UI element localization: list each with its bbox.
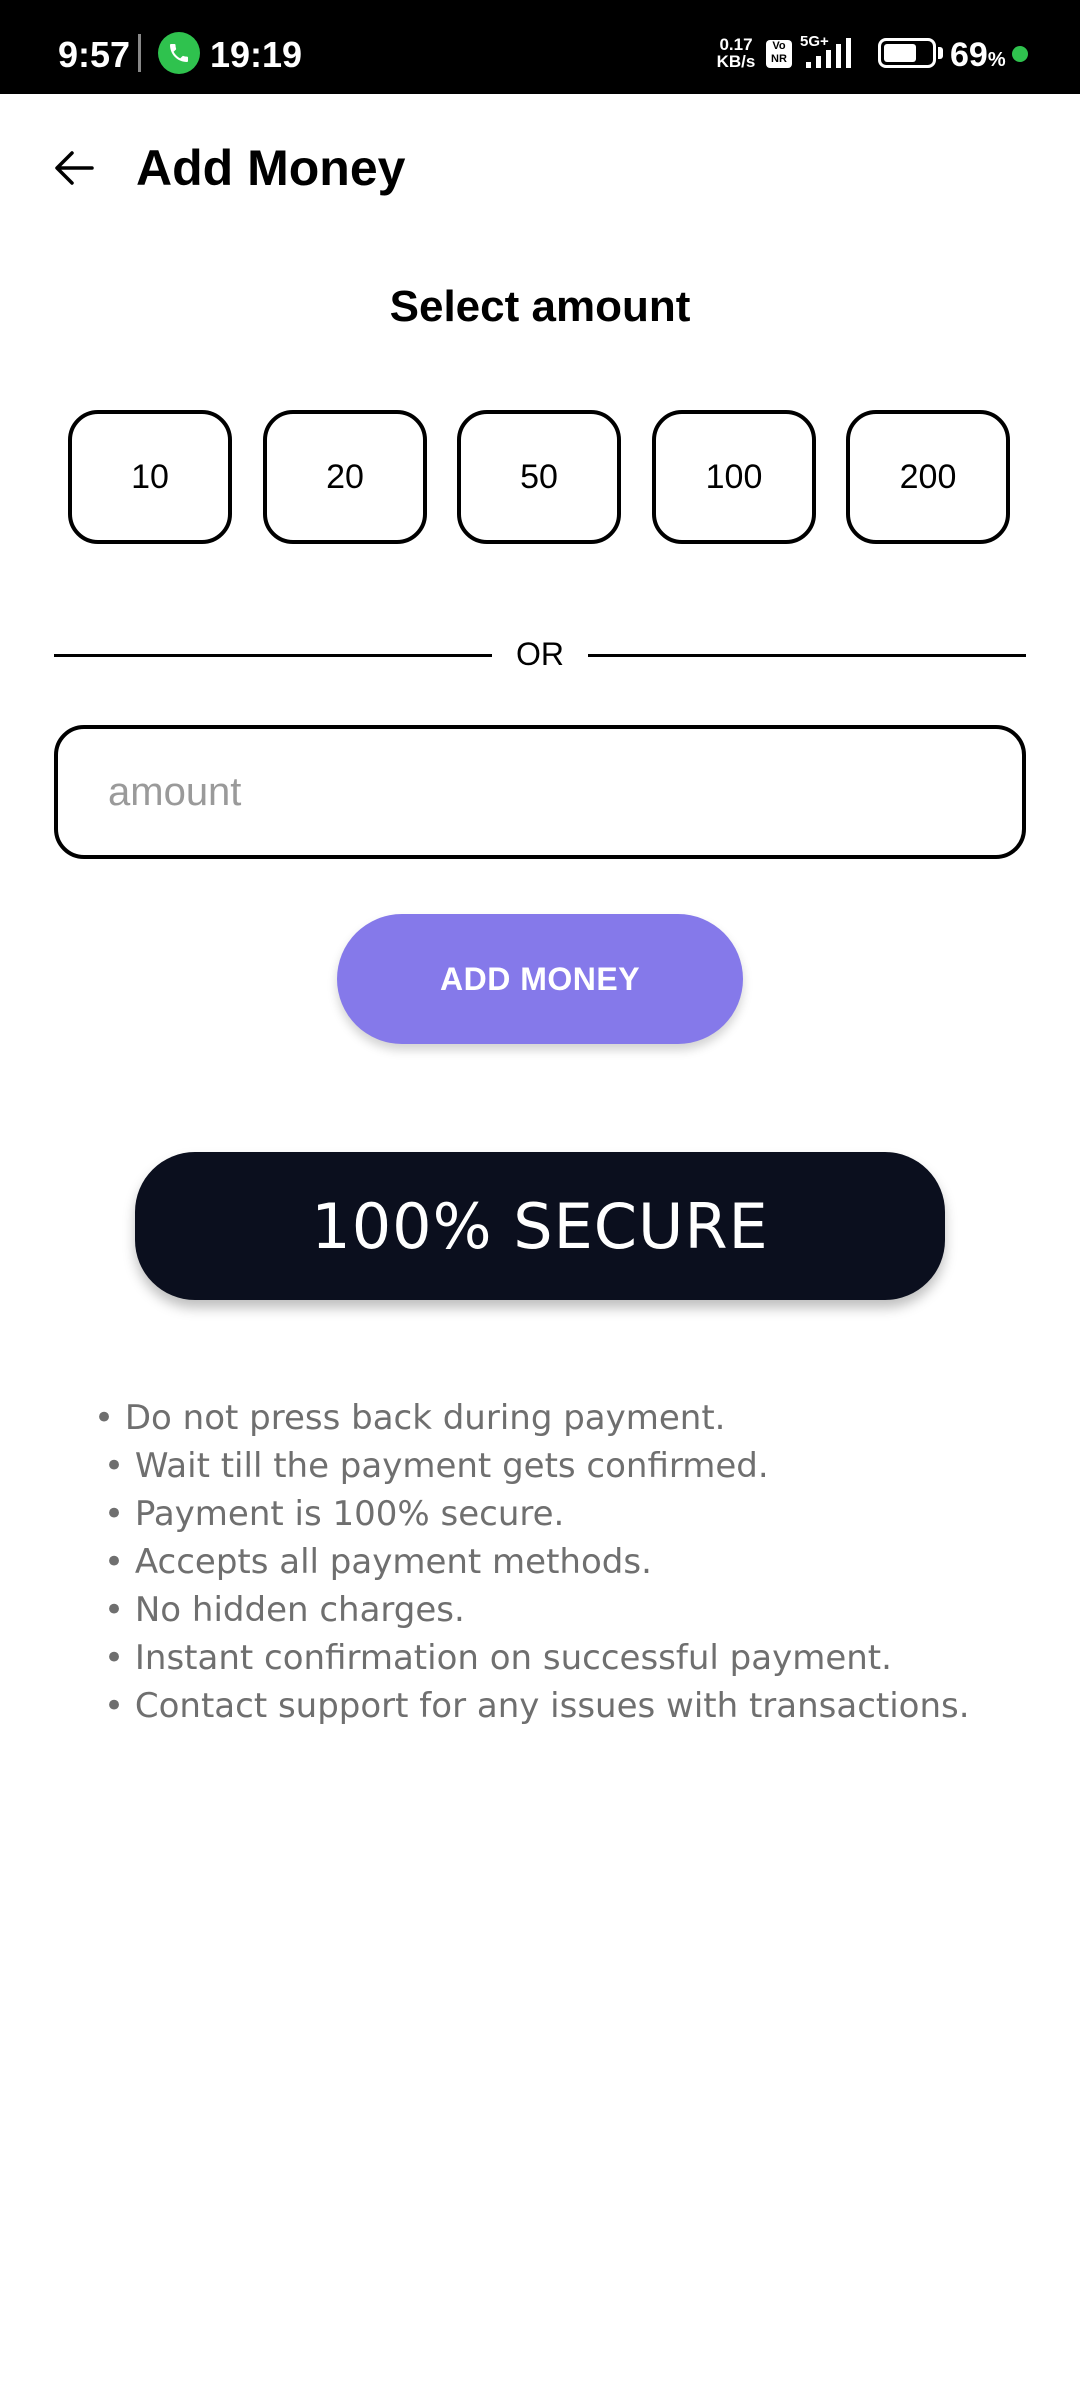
arrow-left-icon[interactable] bbox=[48, 140, 104, 196]
info-item: • Wait till the payment gets confirmed. bbox=[104, 1446, 769, 1486]
amount-option-200[interactable]: 200 bbox=[846, 410, 1010, 544]
amount-option-20[interactable]: 20 bbox=[263, 410, 427, 544]
payment-info-list: • Do not press back during payment. • Wa… bbox=[94, 1394, 1054, 1730]
amount-options: 10 20 50 100 200 bbox=[68, 410, 1012, 544]
volte-icon: Vo NR bbox=[766, 40, 792, 68]
network-speed: 0.17 KB/s bbox=[712, 36, 760, 70]
info-item: • Instant confirmation on successful pay… bbox=[104, 1638, 892, 1678]
amount-option-100[interactable]: 100 bbox=[652, 410, 816, 544]
battery-percent: 69% bbox=[950, 0, 1006, 94]
network-speed-unit: KB/s bbox=[716, 52, 756, 71]
battery-percent-value: 69 bbox=[950, 36, 988, 74]
divider-line-right bbox=[588, 654, 1026, 657]
info-item: • Accepts all payment methods. bbox=[104, 1542, 652, 1582]
amount-option-50[interactable]: 50 bbox=[457, 410, 621, 544]
privacy-indicator-dot bbox=[1012, 46, 1028, 62]
info-item: • No hidden charges. bbox=[104, 1590, 465, 1630]
battery-icon bbox=[878, 38, 936, 68]
or-divider: OR bbox=[54, 630, 1026, 678]
info-item: • Do not press back during payment. bbox=[94, 1398, 726, 1438]
amount-input[interactable] bbox=[54, 725, 1026, 859]
page-title: Add Money bbox=[136, 140, 406, 196]
info-item: • Contact support for any issues with tr… bbox=[104, 1686, 970, 1726]
info-item: • Payment is 100% secure. bbox=[104, 1494, 565, 1534]
status-time: 9:57 bbox=[58, 34, 131, 75]
call-duration: 19:19 bbox=[210, 34, 303, 75]
battery-tip bbox=[938, 47, 943, 59]
network-speed-value: 0.17 bbox=[719, 35, 753, 54]
add-money-button[interactable]: ADD MONEY bbox=[337, 914, 743, 1044]
amount-option-10[interactable]: 10 bbox=[68, 410, 232, 544]
phone-icon bbox=[170, 44, 188, 62]
battery-level bbox=[884, 44, 916, 62]
select-amount-title: Select amount bbox=[389, 282, 691, 331]
secure-badge: 100% SECURE bbox=[135, 1152, 945, 1300]
ongoing-call-icon[interactable] bbox=[158, 32, 200, 74]
signal-icon bbox=[806, 38, 851, 68]
status-divider bbox=[138, 34, 141, 72]
status-bar: 9:57 19:19 0.17 KB/s Vo NR 5G+ 69% bbox=[0, 0, 1080, 94]
battery-percent-unit: % bbox=[987, 49, 1006, 71]
